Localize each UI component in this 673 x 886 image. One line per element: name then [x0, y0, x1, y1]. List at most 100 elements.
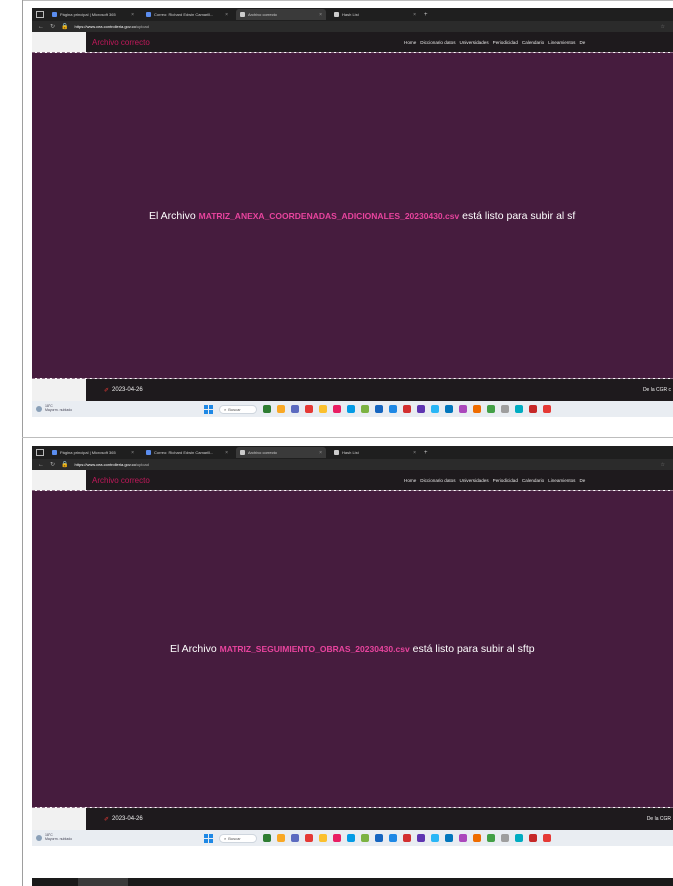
mail-icon[interactable] [375, 405, 383, 413]
url-field[interactable]: https://www.cea.controlleria.gov.co/uplo… [75, 24, 149, 29]
back-icon[interactable]: ← [38, 462, 44, 468]
weather-widget[interactable]: 18°C Mayorm. nublado [36, 404, 73, 413]
nav-calendario[interactable]: Calendario [522, 478, 544, 483]
word-icon[interactable] [389, 834, 397, 842]
paint-icon[interactable] [333, 834, 341, 842]
nav-home[interactable]: Home [404, 478, 416, 483]
cloud-icon[interactable] [431, 405, 439, 413]
window-menu-icon[interactable] [36, 449, 44, 456]
browser-icon[interactable] [515, 405, 523, 413]
tab-correo[interactable]: Correo: Richard Edwin Camarill... × [142, 447, 232, 458]
notes-icon[interactable] [361, 834, 369, 842]
site-header: Archivo correcto Home Diccionario datos … [32, 32, 673, 52]
pdf-icon[interactable] [529, 405, 537, 413]
close-icon[interactable]: × [225, 12, 228, 18]
nav-diccionario[interactable]: Diccionario datos [420, 40, 455, 45]
favorites-icon[interactable]: ☆ [661, 462, 665, 468]
close-icon[interactable]: × [319, 12, 322, 18]
window-menu-icon[interactable] [36, 11, 44, 18]
files-icon[interactable] [263, 405, 271, 413]
edge-icon[interactable] [347, 405, 355, 413]
close-icon[interactable]: × [413, 12, 416, 18]
outlook-icon[interactable] [445, 405, 453, 413]
weather-desc: Mayorm. nublado [45, 408, 73, 412]
nav-lineamientos[interactable]: Lineamientos [548, 40, 575, 45]
nav-universidades[interactable]: Universidades [460, 40, 489, 45]
outlook-icon[interactable] [445, 834, 453, 842]
maps-icon[interactable] [473, 834, 481, 842]
green-app-icon[interactable] [487, 834, 495, 842]
mail-icon[interactable] [375, 834, 383, 842]
chrome-icon[interactable] [319, 834, 327, 842]
lock-icon[interactable]: 🔒 [61, 24, 68, 30]
nav-lineamientos[interactable]: Lineamientos [548, 478, 575, 483]
teams-icon[interactable] [291, 405, 299, 413]
tab-microsoft-365[interactable]: Página principal | Microsoft 365 × [48, 447, 138, 458]
browser-icon[interactable] [515, 834, 523, 842]
green-app-icon[interactable] [487, 405, 495, 413]
opera-icon[interactable] [305, 834, 313, 842]
new-tab-icon[interactable]: + [424, 450, 428, 456]
red-app-icon[interactable] [543, 834, 551, 842]
weather-desc: Mayorm. nublado [45, 837, 73, 841]
teams-icon[interactable] [291, 834, 299, 842]
tab-hash-list[interactable]: Hash List × [330, 9, 420, 20]
weather-widget[interactable]: 18°C Mayorm. nublado [36, 833, 73, 842]
site-brand[interactable]: Archivo correcto [92, 38, 150, 47]
explorer-icon[interactable] [277, 834, 285, 842]
nav-diccionario[interactable]: Diccionario datos [420, 478, 455, 483]
explorer-icon[interactable] [277, 405, 285, 413]
chrome-icon[interactable] [319, 405, 327, 413]
tab-microsoft-365[interactable]: Página principal | Microsoft 365 × [48, 9, 138, 20]
maps-icon[interactable] [473, 405, 481, 413]
nav-more[interactable]: De [579, 40, 585, 45]
circle-app-icon[interactable] [459, 405, 467, 413]
taskbar-search[interactable]: ⌕ Buscar [219, 833, 257, 843]
music-icon[interactable] [501, 405, 509, 413]
windows-start-icon[interactable] [204, 404, 213, 414]
tab-hash-list[interactable]: Hash List × [330, 447, 420, 458]
favorites-icon[interactable]: ☆ [661, 24, 665, 30]
nav-periodicidad[interactable]: Periodicidad [493, 478, 518, 483]
back-icon[interactable]: ← [38, 24, 44, 30]
notes-icon[interactable] [361, 405, 369, 413]
site-nav: Home Diccionario datos Universidades Per… [404, 478, 585, 483]
nav-universidades[interactable]: Universidades [460, 478, 489, 483]
edge-icon[interactable] [347, 834, 355, 842]
windows-start-icon[interactable] [204, 833, 213, 843]
reload-icon[interactable]: ↻ [50, 24, 55, 30]
close-icon[interactable]: × [319, 450, 322, 456]
nav-periodicidad[interactable]: Periodicidad [493, 40, 518, 45]
reload-icon[interactable]: ↻ [50, 462, 55, 468]
paint-icon[interactable] [333, 405, 341, 413]
site-brand[interactable]: Archivo correcto [92, 476, 150, 485]
nav-home[interactable]: Home [404, 40, 416, 45]
close-icon[interactable]: × [131, 12, 134, 18]
word-icon[interactable] [389, 405, 397, 413]
new-tab-icon[interactable]: + [424, 12, 428, 18]
site-footer: ✐ 2023-04-26 De la CGR [32, 808, 673, 830]
red-app-icon[interactable] [543, 405, 551, 413]
tab-label: Archivo correcto [248, 12, 277, 17]
music-icon[interactable] [501, 834, 509, 842]
close-icon[interactable]: × [413, 450, 416, 456]
tab-archivo-correcto[interactable]: Archivo correcto × [236, 447, 326, 458]
lock-icon[interactable]: 🔒 [61, 462, 68, 468]
office-icon[interactable] [403, 405, 411, 413]
office-icon[interactable] [403, 834, 411, 842]
pdf-icon[interactable] [529, 834, 537, 842]
circle-app-icon[interactable] [459, 834, 467, 842]
taskbar-search[interactable]: ⌕ Buscar [219, 404, 257, 414]
close-icon[interactable]: × [131, 450, 134, 456]
nav-more[interactable]: De [579, 478, 585, 483]
vpn-icon[interactable] [417, 405, 425, 413]
url-field[interactable]: https://www.cea.controlleria.gov.co/uplo… [75, 462, 149, 467]
files-icon[interactable] [263, 834, 271, 842]
close-icon[interactable]: × [225, 450, 228, 456]
tab-archivo-correcto[interactable]: Archivo correcto × [236, 9, 326, 20]
tab-correo[interactable]: Correo: Richard Edwin Camarill... × [142, 9, 232, 20]
nav-calendario[interactable]: Calendario [522, 40, 544, 45]
cloud-icon[interactable] [431, 834, 439, 842]
vpn-icon[interactable] [417, 834, 425, 842]
opera-icon[interactable] [305, 405, 313, 413]
